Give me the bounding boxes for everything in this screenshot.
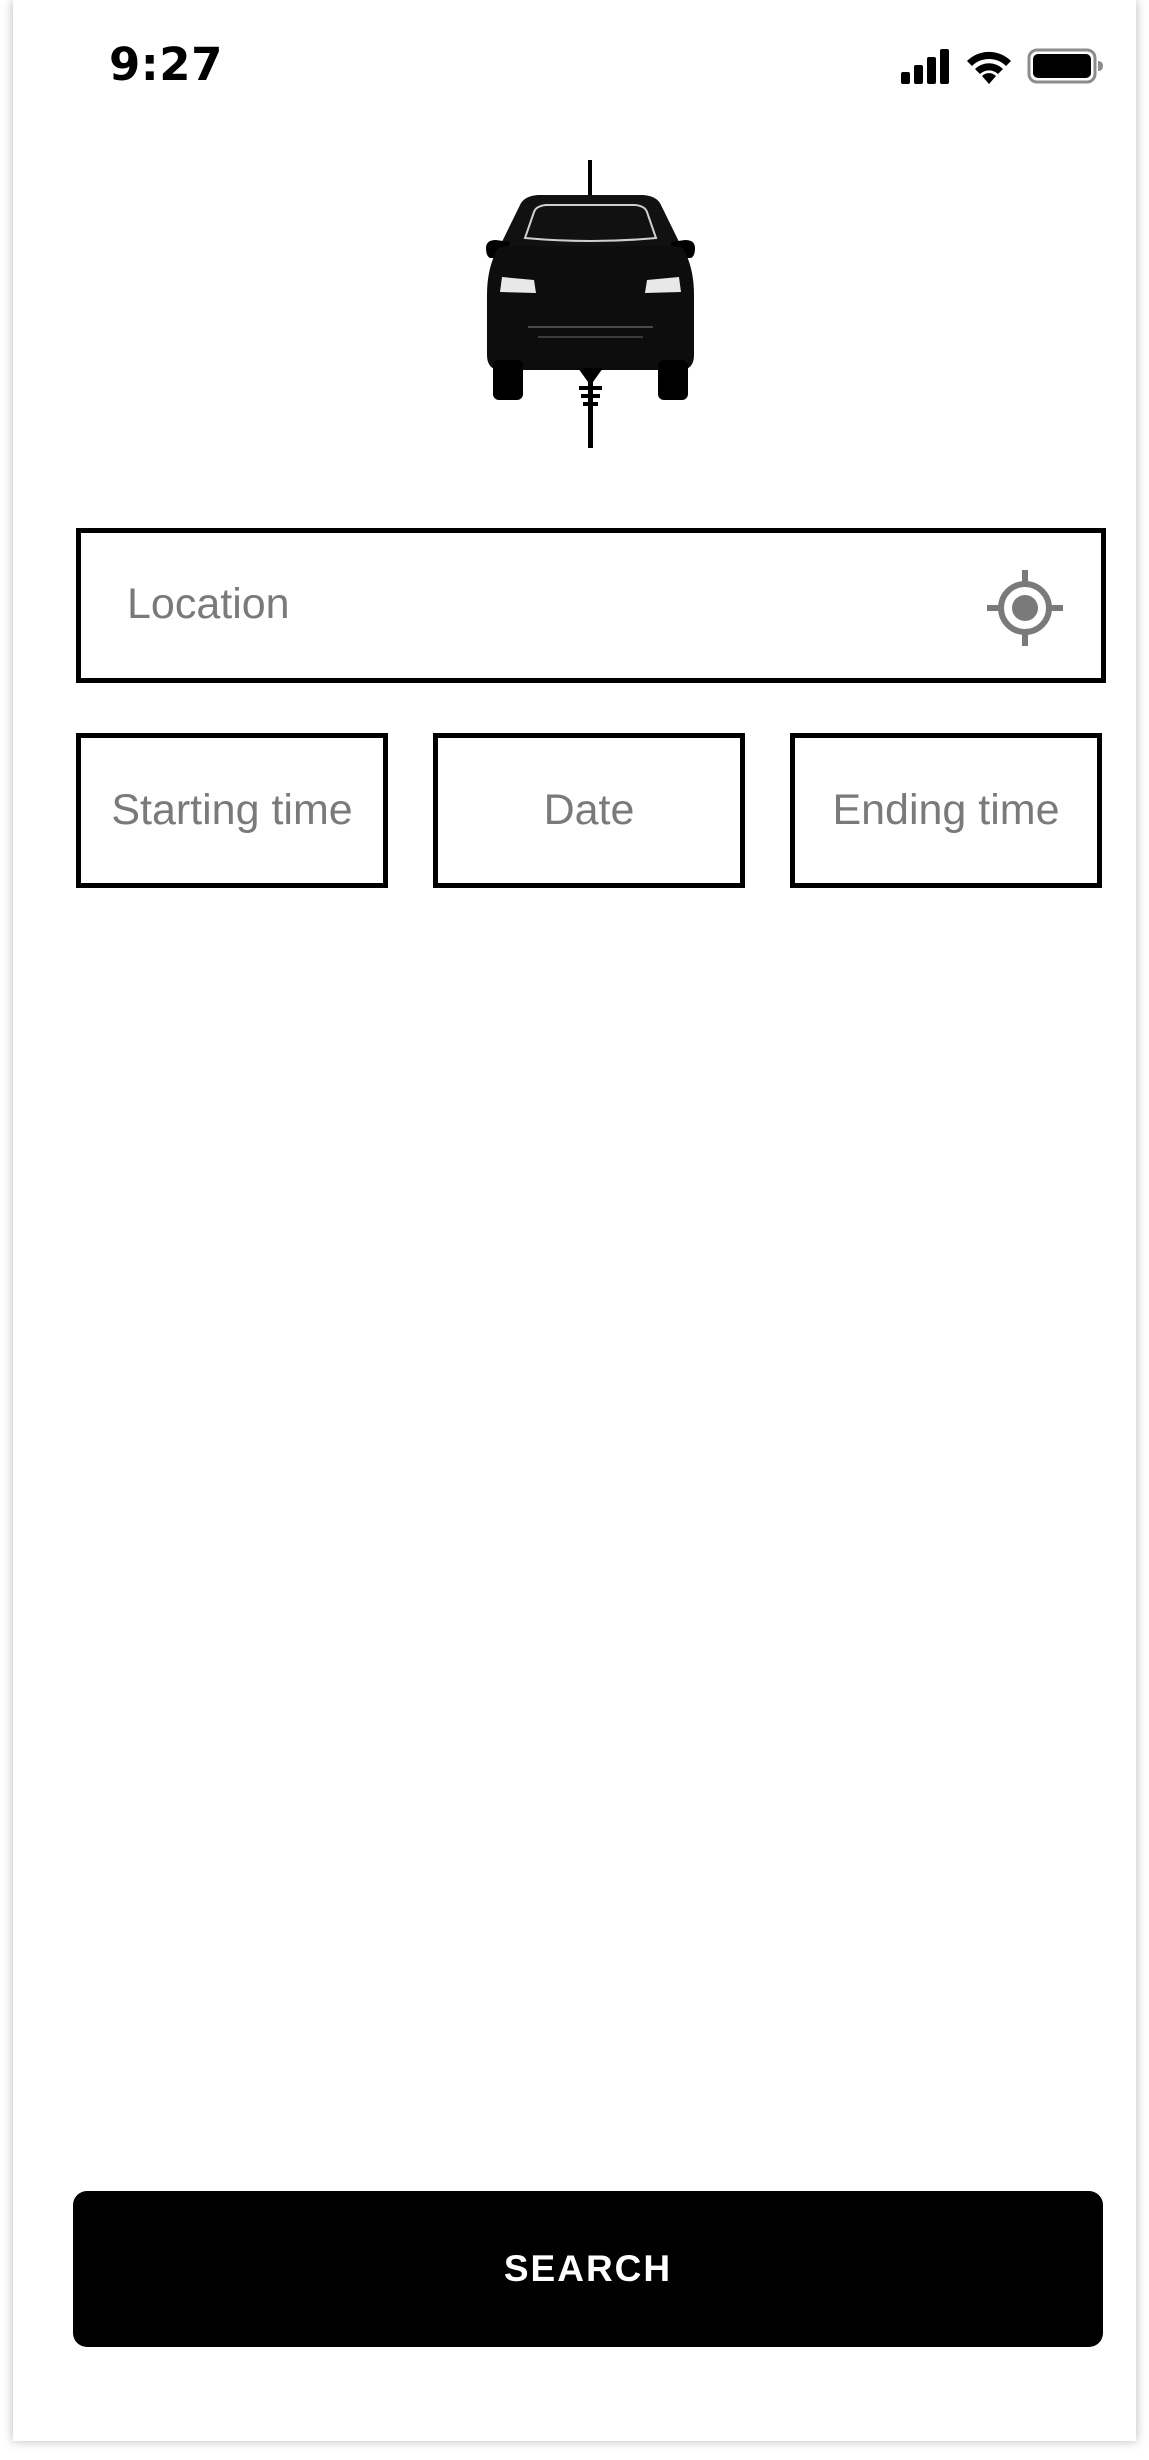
location-placeholder: Location bbox=[127, 580, 290, 628]
wifi-icon bbox=[967, 51, 1011, 84]
cellular-signal-icon bbox=[901, 49, 949, 84]
phone-screen: 9:27 Location Starting time Date Ending … bbox=[13, 0, 1136, 2441]
electric-car-plug-logo bbox=[486, 160, 695, 448]
search-button[interactable]: SEARCH bbox=[73, 2191, 1103, 2347]
starting-time-field[interactable]: Starting time bbox=[76, 733, 388, 888]
status-bar-time: 9:27 bbox=[109, 38, 223, 91]
location-field[interactable]: Location bbox=[76, 528, 1106, 683]
battery-icon bbox=[1027, 48, 1103, 84]
date-field[interactable]: Date bbox=[433, 733, 745, 888]
ending-time-field[interactable]: Ending time bbox=[790, 733, 1102, 888]
status-bar-icons bbox=[893, 44, 1113, 90]
gps-target-icon[interactable] bbox=[985, 568, 1065, 648]
